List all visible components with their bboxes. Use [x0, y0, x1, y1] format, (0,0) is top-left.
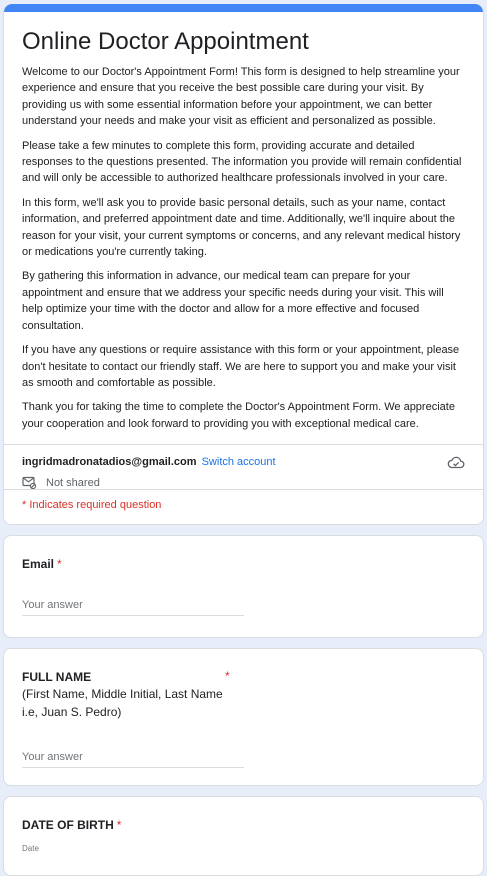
form-header-card: Online Doctor Appointment Welcome to our… — [3, 4, 484, 526]
form-title: Online Doctor Appointment — [22, 28, 309, 55]
required-asterisk: * — [116, 818, 122, 833]
required-asterisk: * — [225, 669, 230, 684]
description-paragraph: By gathering this information in advance… — [22, 270, 444, 332]
description-paragraph: In this form, we'll ask you to provide b… — [22, 196, 461, 259]
date-field-label: Date — [22, 844, 39, 854]
question-email: Email * — [3, 535, 484, 639]
not-shared-row: Not shared — [22, 476, 465, 490]
account-section: ingridmadronatadios@gmail.com Switch acc… — [4, 445, 483, 490]
switch-account-link[interactable]: Switch account — [202, 456, 276, 468]
cloud-done-icon — [447, 456, 465, 469]
full-name-input[interactable] — [22, 751, 244, 769]
question-date-of-birth: DATE OF BIRTH * Date — [3, 796, 484, 876]
description-paragraph: Welcome to our Doctor's Appointment Form… — [22, 66, 460, 128]
question-title: DATE OF BIRTH — [22, 818, 114, 833]
form-container: Online Doctor Appointment Welcome to our… — [3, 0, 484, 876]
email-input[interactable] — [22, 599, 244, 617]
question-title: FULL NAME — [22, 670, 92, 685]
accent-bar — [4, 4, 483, 12]
account-email: ingridmadronatadios@gmail.com — [22, 456, 197, 469]
required-asterisk: * — [57, 557, 62, 572]
question-label: Email * — [22, 556, 465, 572]
description-paragraph: If you have any questions or require ass… — [22, 344, 460, 389]
form-description: Welcome to our Doctor's Appointment Form… — [4, 58, 483, 444]
description-paragraph: Thank you for taking the time to complet… — [22, 401, 455, 430]
question-full-name: FULL NAME * (First Name, Middle Initial,… — [3, 648, 484, 787]
question-label: DATE OF BIRTH * — [22, 817, 465, 833]
not-shared-label: Not shared — [46, 476, 100, 489]
question-title: Email — [22, 557, 55, 572]
mail-not-shared-icon — [22, 477, 36, 490]
description-paragraph: Please take a few minutes to complete th… — [22, 139, 462, 185]
required-note: * Indicates required question — [22, 499, 162, 512]
question-description: (First Name, Middle Initial, Last Name i… — [22, 687, 223, 720]
